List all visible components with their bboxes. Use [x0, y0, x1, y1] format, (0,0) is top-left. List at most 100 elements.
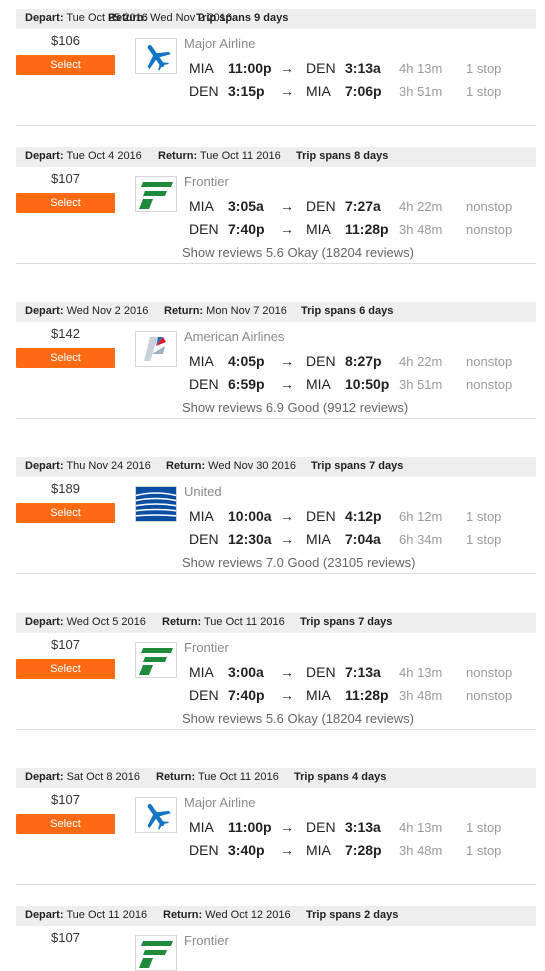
review-score: 5.6 Okay (18204 reviews) — [265, 245, 414, 260]
return-leg: DEN 3:40p → MIA 7:28p 3h 48m 1 stop — [0, 842, 545, 862]
reviews-row: Show reviews 5.6 Okay (18204 reviews) — [182, 245, 414, 260]
trip-header: Depart: Wed Nov 2 2016 Return: Mon Nov 7… — [16, 302, 536, 322]
destination-code: MIA — [306, 531, 331, 547]
price: $142 — [51, 326, 80, 341]
depart-label: Depart: — [25, 616, 64, 628]
arrow-icon: → — [280, 842, 294, 858]
return-label: Return: — [158, 150, 198, 162]
origin-code: MIA — [189, 508, 214, 524]
origin-code: DEN — [189, 687, 219, 703]
trip-header: Depart: Sat Oct 8 2016 Return: Tue Oct 1… — [16, 768, 536, 788]
show-reviews-link[interactable]: Show reviews — [182, 555, 266, 570]
outbound-leg: MIA 3:05a → DEN 7:27a 4h 22m nonstop — [0, 198, 545, 218]
stops: nonstop — [466, 377, 513, 392]
destination-code: DEN — [306, 198, 336, 214]
departure-time: 11:00p — [228, 60, 272, 76]
duration: 4h 22m — [399, 354, 443, 369]
departure-time: 3:05a — [228, 198, 264, 214]
stops: nonstop — [466, 354, 513, 369]
divider — [16, 263, 536, 264]
stops: 1 stop — [466, 843, 502, 858]
duration: 3h 48m — [399, 222, 443, 237]
trip-span: Trip spans 2 days — [306, 909, 399, 921]
stops: nonstop — [466, 222, 513, 237]
destination-code: DEN — [306, 508, 336, 524]
depart-label: Depart: — [25, 12, 64, 24]
return-leg: DEN 7:40p → MIA 11:28p 3h 48m nonstop — [0, 687, 545, 707]
stops: 1 stop — [466, 61, 502, 76]
origin-code: DEN — [189, 83, 219, 99]
stops: nonstop — [466, 665, 513, 680]
flight-result: Depart: Wed Oct 5 2016 Return: Tue Oct 1… — [0, 604, 545, 759]
return-date: Mon Nov 7 2016 — [206, 305, 287, 317]
stops: nonstop — [466, 199, 513, 214]
depart-date: Tue Oct 11 2016 — [66, 909, 148, 921]
airline-name: Frontier — [184, 640, 229, 655]
origin-code: DEN — [189, 531, 219, 547]
show-reviews-link[interactable]: Show reviews — [182, 400, 266, 415]
show-reviews-link[interactable]: Show reviews — [182, 711, 266, 726]
departure-time: 10:00a — [228, 508, 272, 524]
arrival-time: 7:04a — [345, 531, 381, 547]
flight-result: Depart: Wed Nov 2 2016 Return: Mon Nov 7… — [0, 293, 545, 448]
departure-time: 6:59p — [228, 376, 265, 392]
depart-label: Depart: — [25, 305, 64, 317]
stops: 1 stop — [466, 820, 502, 835]
airline-name: Major Airline — [184, 36, 256, 51]
arrival-time: 10:50p — [345, 376, 390, 392]
destination-code: DEN — [306, 353, 336, 369]
review-score: 5.6 Okay (18204 reviews) — [265, 711, 414, 726]
arrow-icon: → — [280, 819, 294, 835]
destination-code: MIA — [306, 842, 331, 858]
flight-result: Depart: Sat Oct 8 2016 Return: Tue Oct 1… — [0, 759, 545, 914]
return-leg: DEN 7:40p → MIA 11:28p 3h 48m nonstop — [0, 221, 545, 241]
airline-name: United — [184, 484, 222, 499]
departure-time: 7:40p — [228, 221, 265, 237]
divider — [16, 729, 536, 730]
return-date: Wed Oct 12 2016 — [205, 909, 291, 921]
duration: 6h 12m — [399, 509, 443, 524]
trip-header: Depart: Tue Oct 4 2016 Return: Tue Oct 1… — [16, 147, 536, 167]
airline-name: Major Airline — [184, 795, 256, 810]
return-date: Tue Oct 11 2016 — [199, 150, 281, 162]
flight-result: Depart: Tue Oct 11 2016 Return: Wed Oct … — [0, 897, 545, 971]
airline-name: Frontier — [184, 174, 229, 189]
destination-code: MIA — [306, 687, 331, 703]
outbound-leg: MIA 11:00p → DEN 3:13a 4h 13m 1 stop — [0, 60, 545, 80]
depart-label: Depart: — [25, 909, 64, 921]
depart-label: Depart: — [25, 460, 64, 472]
duration: 4h 13m — [399, 820, 443, 835]
destination-code: MIA — [306, 376, 331, 392]
review-score: 7.0 Good (23105 reviews) — [265, 555, 416, 570]
arrow-icon: → — [280, 664, 294, 680]
duration: 4h 22m — [399, 199, 443, 214]
flight-result: Depart: Thu Nov 24 2016 Return: Wed Nov … — [0, 448, 545, 603]
depart-label: Depart: — [25, 150, 64, 162]
trip-span: Trip spans 4 days — [294, 771, 387, 783]
stops: 1 stop — [466, 84, 502, 99]
depart-date: Wed Nov 2 2016 — [66, 305, 149, 317]
flight-result: Depart: Tue Oct 4 2016 Return: Tue Oct 1… — [0, 138, 545, 293]
arrow-icon: → — [280, 198, 294, 214]
depart-date: Wed Oct 5 2016 — [66, 616, 146, 628]
return-date: Wed Nov 30 2016 — [208, 460, 297, 472]
stops: 1 stop — [466, 532, 502, 547]
departure-time: 7:40p — [228, 687, 265, 703]
divider — [16, 884, 536, 885]
review-score: 6.9 Good (9912 reviews) — [265, 400, 409, 415]
origin-code: MIA — [189, 198, 214, 214]
arrow-icon: → — [280, 508, 294, 524]
duration: 3h 48m — [399, 688, 443, 703]
origin-code: DEN — [189, 376, 219, 392]
trip-span: Trip spans 8 days — [296, 150, 389, 162]
show-reviews-link[interactable]: Show reviews — [182, 245, 266, 260]
depart-date: Sat Oct 8 2016 — [66, 771, 140, 783]
price: $107 — [51, 792, 80, 807]
arrival-time: 7:13a — [345, 664, 381, 680]
flight-result: Depart: Tue Oct 25 2016 Return: Wed Nov … — [0, 0, 545, 155]
trip-header: Depart: Thu Nov 24 2016 Return: Wed Nov … — [16, 457, 536, 477]
departure-time: 11:00p — [228, 819, 272, 835]
return-date: Tue Oct 11 2016 — [203, 616, 285, 628]
duration: 4h 13m — [399, 665, 443, 680]
origin-code: MIA — [189, 664, 214, 680]
